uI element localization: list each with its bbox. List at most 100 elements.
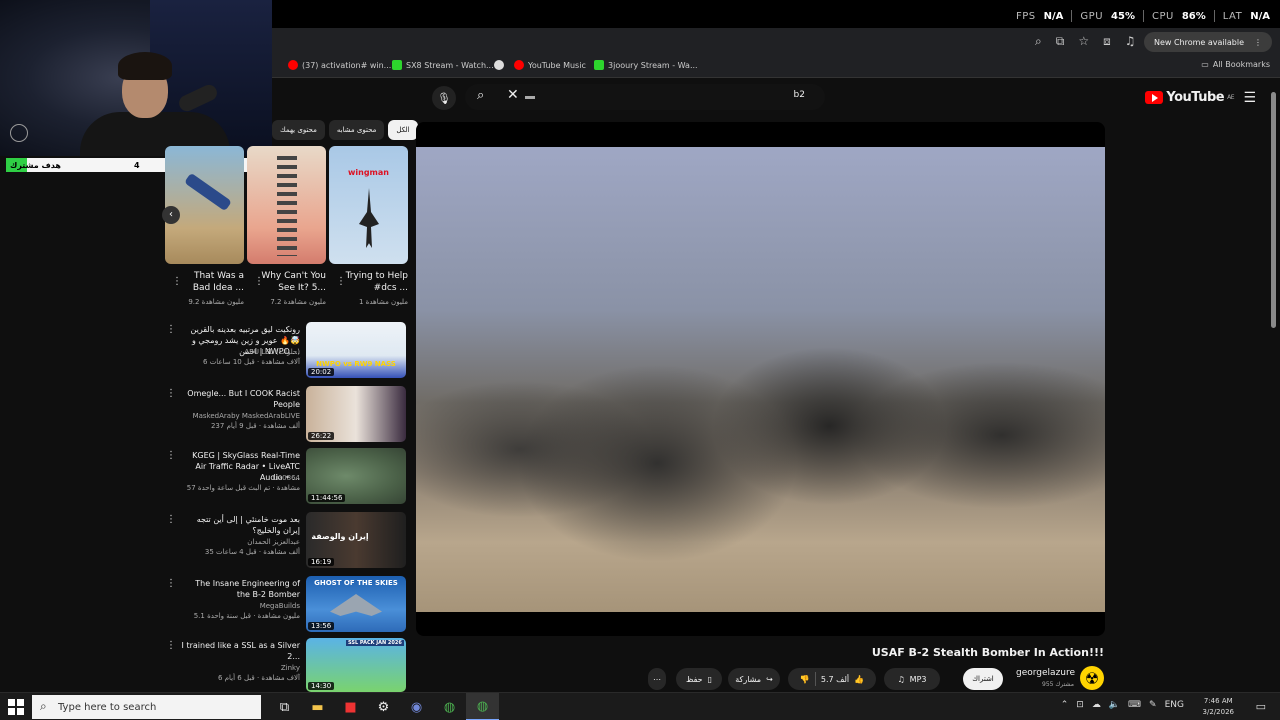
youtube-favicon-icon <box>288 60 298 70</box>
cpu-label: CPU <box>1151 10 1174 22</box>
more-options-icon[interactable]: ⋮ <box>166 514 176 525</box>
network-icon[interactable]: ⊡ <box>1076 700 1084 710</box>
media-icon[interactable]: ♫ <box>1125 34 1136 49</box>
bookmark-item[interactable]: 3jooury Stream - Wa... <box>594 60 698 70</box>
video-thumbnail[interactable]: GHOST OF THE SKIES 13:56 <box>306 576 406 632</box>
streaming-app-icon[interactable]: ■ <box>334 693 367 720</box>
list-item[interactable]: ⋮ The Insane Engineering of the B-2 Bomb… <box>162 576 412 634</box>
task-view-icon[interactable]: ⧉ <box>268 693 301 720</box>
b2-bomber-icon <box>330 594 382 616</box>
more-actions-button[interactable]: ⋯ <box>648 668 666 690</box>
like-icon[interactable]: 👍 <box>854 675 864 684</box>
chip-related[interactable]: محتوى يهمك <box>272 120 325 140</box>
video-thumbnail[interactable]: 26:22 <box>306 386 406 442</box>
short-thumbnail[interactable] <box>247 146 326 264</box>
dislike-icon[interactable]: 👎 <box>800 675 810 684</box>
more-options-icon[interactable]: ⋮ <box>166 450 176 461</box>
cloud-icon[interactable]: ☁ <box>1092 700 1101 710</box>
more-options-icon[interactable]: ⋮ <box>166 324 176 335</box>
channel-avatar[interactable]: ☢ <box>1080 666 1104 690</box>
divider <box>1071 10 1073 22</box>
youtube-logo[interactable]: YouTube AE <box>1145 90 1234 105</box>
windows-start-icon[interactable] <box>8 699 24 715</box>
menu-icon[interactable]: ☰ <box>1243 90 1256 106</box>
video-title[interactable]: بعد موت خامنئي | إلى أين تتجه إيران والخ… <box>180 514 300 536</box>
language-indicator[interactable]: ENG <box>1165 700 1184 710</box>
mp3-button[interactable]: ♫ MP3 <box>884 668 940 690</box>
steam-icon[interactable]: ⚙ <box>367 693 400 720</box>
channel-name[interactable]: Zinky <box>180 664 300 672</box>
bookmark-icon: ▯ <box>707 674 712 684</box>
zoom-icon[interactable]: ⌕ <box>1035 34 1042 49</box>
chip-all[interactable]: الكل <box>388 120 418 140</box>
subscribe-button[interactable]: اشتراك <box>963 668 1003 690</box>
youtube-play-icon <box>1145 91 1164 104</box>
chevron-left-icon[interactable]: ‹ <box>162 206 180 224</box>
list-item[interactable]: ⋮ بعد موت خامنئي | إلى أين تتجه إيران وا… <box>162 512 412 570</box>
pen-icon[interactable]: ✎ <box>1149 700 1157 710</box>
more-options-icon[interactable]: ⋮ <box>166 640 176 651</box>
discord-icon[interactable]: ◉ <box>400 693 433 720</box>
short-title[interactable]: That Was a Bad Idea ... <box>174 270 244 294</box>
list-item[interactable]: ⋮ KGEG | SkyGlass Real-Time Air Traffic … <box>162 448 412 506</box>
clock-date: 3/2/2026 <box>1202 708 1234 716</box>
bookmark-item[interactable]: (37) activation# win... <box>288 60 391 70</box>
channel-name[interactable]: MegaBuilds <box>180 602 300 610</box>
channel-name[interactable]: Liz0864 <box>180 474 300 482</box>
channel-name[interactable]: ABU LEL (حلوات) <box>180 348 300 356</box>
video-thumbnail[interactable]: 11:44:56 <box>306 448 406 504</box>
clock[interactable]: 7:46 AM 3/2/2026 <box>1203 696 1234 718</box>
video-thumbnail[interactable]: SSL PACK JAN 2026 14:30 <box>306 638 406 692</box>
share-button[interactable]: مشاركة ↪ <box>728 668 780 690</box>
search-input[interactable]: b2 <box>794 90 805 100</box>
tray-chevron-icon[interactable]: ⌃ <box>1061 700 1069 710</box>
subscriber-count: 955 مشترك <box>1042 681 1074 688</box>
new-chrome-button[interactable]: New Chrome available ⋮ <box>1143 32 1272 52</box>
video-title[interactable]: The Insane Engineering of the B-2 Bomber <box>180 578 300 600</box>
short-title[interactable]: Trying to Help #dcs ... <box>338 270 408 294</box>
taskbar-search-input[interactable]: ⌕ Type here to search <box>32 695 261 719</box>
channel-name[interactable]: عبدالعزيز الحمدان <box>180 538 300 546</box>
chrome-icon[interactable]: ◍ <box>433 693 466 720</box>
extensions-icon[interactable]: ⧈ <box>1103 34 1111 49</box>
short-thumbnail[interactable] <box>165 146 244 264</box>
file-explorer-icon[interactable]: ▬ <box>301 693 334 720</box>
search-icon[interactable]: ⌕ <box>477 88 484 103</box>
keyboard-icon[interactable]: ⌨ <box>1128 700 1141 710</box>
save-button[interactable]: حفظ ▯ <box>676 668 722 690</box>
goal-label: هدف مشترك <box>10 160 61 170</box>
bookmark-label: YouTube Music <box>528 60 586 70</box>
thumbnail-text: إيران والوصفة <box>311 532 369 541</box>
youtube-logo-text: YouTube <box>1166 90 1225 105</box>
channel-name[interactable]: MaskedAraby MaskedArabLIVE <box>180 412 300 420</box>
search-box[interactable]: ⌕ ✕ b2 <box>465 84 825 110</box>
all-bookmarks[interactable]: ▭ All Bookmarks <box>1201 60 1270 69</box>
channel-name[interactable]: georgelazure <box>1016 668 1075 678</box>
video-frame[interactable] <box>416 147 1105 612</box>
bookmark-item[interactable]: YouTube Music <box>514 60 586 70</box>
short-thumbnail[interactable]: wingman <box>329 146 408 264</box>
voice-search-button[interactable]: 🎙 <box>432 86 456 110</box>
video-title[interactable]: I trained like a SSL as a Silver 2... <box>180 640 300 662</box>
list-item[interactable]: ⋮ I trained like a SSL as a Silver 2... … <box>162 638 412 692</box>
more-options-icon[interactable]: ⋮ <box>166 388 176 399</box>
chip-similar[interactable]: محتوى مشابه <box>328 120 385 140</box>
list-item[interactable]: ⋮ رونكيت ليق مرتبيه بعدينه بالقرين 🤯🔥 عو… <box>162 322 412 380</box>
clear-search-icon[interactable]: ✕ <box>507 87 519 103</box>
video-thumbnail[interactable]: إيران والوصفة 16:19 <box>306 512 406 568</box>
bookmark-item[interactable]: SX8 Stream - Watch... <box>392 60 494 70</box>
short-title[interactable]: Why Can't You See It? 5... <box>256 270 326 294</box>
volume-icon[interactable]: 🔈 <box>1109 700 1120 710</box>
install-icon[interactable]: ⧉ <box>1056 34 1065 49</box>
video-thumbnail[interactable]: NWPO vs RW9 NASS 20:02 <box>306 322 406 378</box>
scrollbar-thumb[interactable] <box>1271 92 1276 328</box>
kebab-menu-icon[interactable]: ⋮ <box>1254 38 1262 47</box>
bookmark-star-icon[interactable]: ☆ <box>1078 34 1089 49</box>
video-player[interactable] <box>416 122 1105 636</box>
video-title[interactable]: Omegle... But I COOK Racist People <box>180 388 300 410</box>
more-options-icon[interactable]: ⋮ <box>166 578 176 589</box>
bookmark-item[interactable] <box>494 60 504 70</box>
notification-icon[interactable]: ▭ <box>1256 700 1266 713</box>
list-item[interactable]: ⋮ Omegle... But I COOK Racist People Mas… <box>162 386 412 444</box>
chrome-active-icon[interactable]: ◍ <box>466 693 499 720</box>
